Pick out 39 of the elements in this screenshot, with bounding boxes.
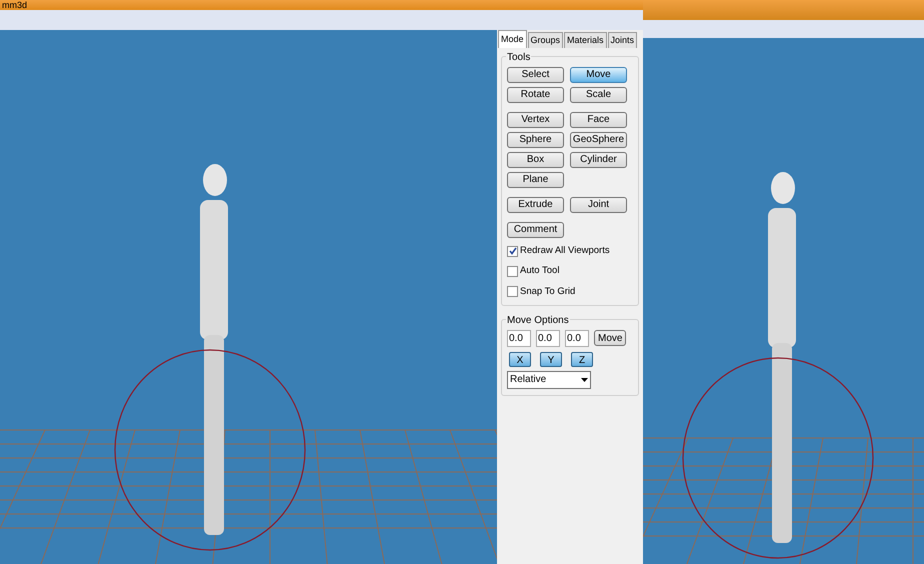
tool-button[interactable]: Face xyxy=(570,112,627,128)
tool-button[interactable]: GeoSphere xyxy=(570,132,627,148)
checkbox-label: Auto Tool xyxy=(520,264,560,278)
group-title: Move Options xyxy=(506,312,570,328)
tool-button[interactable]: Plane xyxy=(507,172,564,188)
panel-tab[interactable]: Mode xyxy=(498,30,527,48)
axis-toggle[interactable]: Z xyxy=(571,352,593,367)
coordinate-field[interactable]: 0.0 xyxy=(565,330,589,347)
viewport[interactable] xyxy=(643,38,924,564)
tool-button[interactable]: Extrude xyxy=(507,197,564,213)
tool-button[interactable]: Comment xyxy=(507,222,564,238)
checkbox-label: Snap To Grid xyxy=(520,284,576,298)
check-icon xyxy=(508,247,516,256)
tool-button[interactable]: Select xyxy=(507,67,564,83)
tool-button[interactable]: Rotate xyxy=(507,87,564,103)
move-button[interactable]: Move xyxy=(594,330,626,346)
caret-icon xyxy=(581,378,588,382)
axis-toggle[interactable]: Y xyxy=(540,352,562,367)
dropdown-value: Relative xyxy=(510,373,546,388)
window-title: mm3d xyxy=(2,1,28,10)
panel-tab[interactable]: Materials xyxy=(564,32,607,48)
checkbox[interactable] xyxy=(507,286,518,298)
coordinate-field[interactable]: 0.0 xyxy=(507,330,531,347)
panel-tab[interactable]: Joints xyxy=(608,32,638,48)
tool-button[interactable]: Scale xyxy=(570,87,627,103)
checkbox[interactable] xyxy=(507,246,518,257)
tool-button[interactable]: Box xyxy=(507,152,564,168)
axis-toggle[interactable]: X xyxy=(509,352,531,367)
mode-dropdown[interactable]: Relative xyxy=(507,370,591,389)
tool-button[interactable]: Joint xyxy=(570,197,627,213)
coordinate-field[interactable]: 0.0 xyxy=(536,330,560,347)
tool-button[interactable]: Cylinder xyxy=(570,152,627,168)
tool-button[interactable]: Vertex xyxy=(507,112,564,128)
tool-button[interactable]: Move xyxy=(570,67,627,83)
panel-tab[interactable]: Groups xyxy=(528,32,564,48)
checkbox[interactable] xyxy=(507,266,518,277)
checkbox-label: Redraw All Viewports xyxy=(520,244,610,258)
viewport[interactable] xyxy=(0,30,497,564)
tool-button[interactable]: Sphere xyxy=(507,132,564,148)
